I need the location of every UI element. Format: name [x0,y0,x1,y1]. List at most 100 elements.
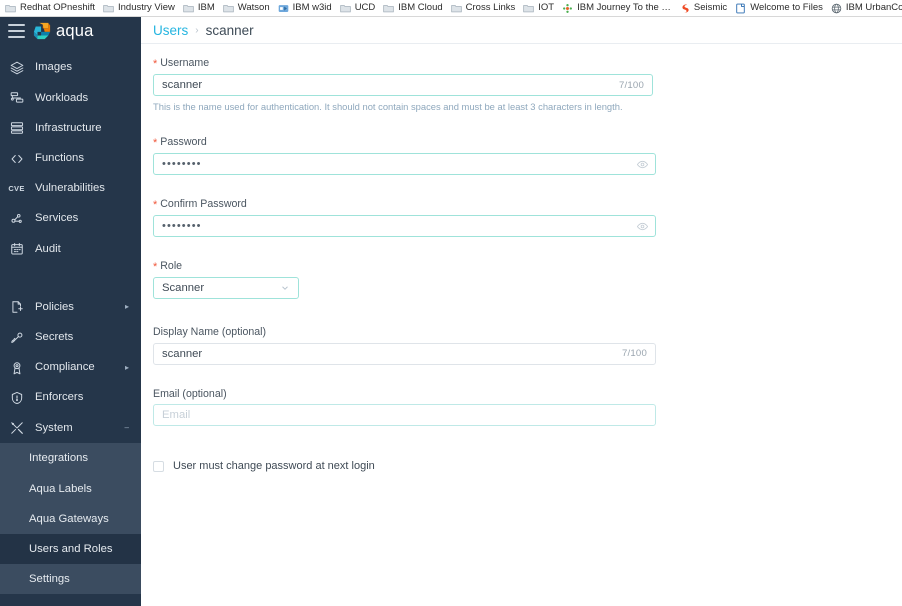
breadcrumb-current-page: scanner [205,22,254,38]
field-password: * Password •••••••• [153,137,902,176]
bookmark-item[interactable]: IOT [520,1,559,16]
sidebar-subitem-users-and-roles[interactable]: Users and Roles [0,533,141,564]
folder-icon [450,3,462,14]
sidebar-item-secrets[interactable]: Secrets [0,323,141,353]
eye-icon[interactable] [637,221,655,232]
sidebar-item-label: Services [35,212,79,225]
cve-icon: CVE [8,184,25,194]
bookmark-label: Redhat OPneshift [20,2,95,14]
sidebar-item-audit[interactable]: Audit [0,234,141,264]
code-icon [9,151,24,166]
brand-name: aqua [56,21,94,40]
force-password-change-row[interactable]: User must change password at next login [153,461,902,473]
bookmark-item[interactable]: Industry View [100,1,180,16]
sidebar-subitem-integrations[interactable]: Integrations [0,443,141,473]
password-input[interactable]: •••••••• [154,158,637,170]
document-icon [735,3,746,14]
sidebar-subitem-aqua-gateways[interactable]: Aqua Gateways [0,504,141,534]
folder-icon [340,3,351,14]
sidebar-item-workloads[interactable]: Workloads [0,83,141,113]
bookmark-item[interactable]: IBM w3id [275,1,337,16]
role-select[interactable]: Scanner [153,277,299,300]
eye-icon[interactable] [637,159,655,170]
breadcrumb-link-users[interactable]: Users [153,23,188,38]
brand-logo[interactable]: aqua [33,22,94,40]
sidebar-item-vulnerabilities[interactable]: CVE Vulnerabilities [0,174,141,204]
display-name-input-wrap[interactable]: 7/100 [153,342,656,365]
globe-icon [831,3,842,14]
sidebar-item-label: Images [35,61,73,74]
sidebar-subitem-aqua-labels[interactable]: Aqua Labels [0,473,141,503]
bookmark-item[interactable]: IBM UrbanCode De… [828,1,902,16]
email-input-wrap[interactable] [153,404,656,427]
sidebar-item-label: Audit [35,242,61,255]
chevron-icon: ▸ [124,302,129,312]
username-input-wrap[interactable]: 7/100 [153,74,653,96]
bookmark-item[interactable]: Watson [220,1,275,16]
chevron-icon: – [124,423,129,433]
hamburger-icon[interactable] [8,24,25,38]
bookmark-label: IOT [538,2,555,14]
display-name-input[interactable] [154,343,622,364]
sidebar-item-functions[interactable]: Functions [0,144,141,174]
chevron-down-icon[interactable] [280,283,298,293]
bookmark-item[interactable]: Redhat OPneshift [2,1,100,16]
calendar-icon [9,242,24,257]
bookmark-item[interactable]: IBM Cloud [380,1,447,16]
user-form: * Username 7/100 This is the name used f… [141,44,902,473]
bookmark-item[interactable]: UCD [337,1,381,16]
email-input[interactable] [154,405,655,426]
sidebar-item-compliance[interactable]: Compliance ▸ [0,353,141,383]
confirm-password-input-wrap[interactable]: •••••••• [153,215,656,238]
sidebar-item-label: System [35,421,73,434]
bookmark-label: Industry View [118,2,175,14]
sidebar-footer [0,594,141,605]
shield-icon [9,390,24,405]
bookmark-label: Welcome to Files [750,2,823,14]
key-icon [9,330,24,345]
sidebar-item-system[interactable]: System – [0,413,141,443]
folder-icon [5,3,16,14]
bookmark-item[interactable]: Welcome to Files [732,1,828,16]
sidebar-item-enforcers[interactable]: Enforcers [0,383,141,413]
main-content: Users › scanner * Username 7/100 This is… [141,17,902,606]
username-input[interactable] [154,75,619,95]
sidebar-item-images[interactable]: Images [0,53,141,83]
confirm-password-input[interactable]: •••••••• [154,220,637,232]
sidebar-item-label: Workloads [35,91,89,104]
site-icon-seismic [679,3,690,14]
bookmark-item[interactable]: Cross Links [448,1,521,16]
sidebar-nav-divider [0,264,141,292]
required-marker: * [153,58,158,70]
sidebar-submenu-system: Integrations Aqua Labels Aqua Gateways User… [0,443,141,595]
force-password-change-checkbox[interactable] [153,461,164,473]
badge-icon [9,360,24,375]
sidebar-item-label: Compliance [35,361,95,374]
bookmark-item[interactable]: Seismic [676,1,732,16]
label-email-text: Email (optional) [153,387,227,400]
role-selected-value: Scanner [162,281,205,294]
sidebar-item-services[interactable]: Services [0,204,141,234]
sidebar-item-infrastructure[interactable]: Infrastructure [0,113,141,143]
breadcrumb-separator-icon: › [195,24,199,36]
bookmark-item[interactable]: IBM Journey To the … [559,1,676,16]
username-char-counter: 7/100 [618,79,644,91]
aqua-logo-icon [33,22,51,40]
sidebar-subitem-label: Users and Roles [29,542,113,555]
sidebar-nav-secondary: Policies ▸ Secrets Compliance ▸ Enforcers Syst… [0,292,141,443]
bookmark-item[interactable]: IBM [180,1,220,16]
sidebar-item-label: Enforcers [35,391,84,404]
sidebar-subitem-settings[interactable]: Settings [0,564,141,594]
label-display-name-text: Display Name (optional) [153,326,267,339]
sidebar-item-policies[interactable]: Policies ▸ [0,292,141,322]
password-input-wrap[interactable]: •••••••• [153,153,656,176]
label-password: * Password [153,137,902,148]
folder-icon [223,3,234,14]
tools-icon [9,421,24,436]
field-confirm-password: * Confirm Password •••••••• [153,199,902,238]
sidebar-item-label: Vulnerabilities [35,182,105,195]
required-marker: * [153,137,158,150]
